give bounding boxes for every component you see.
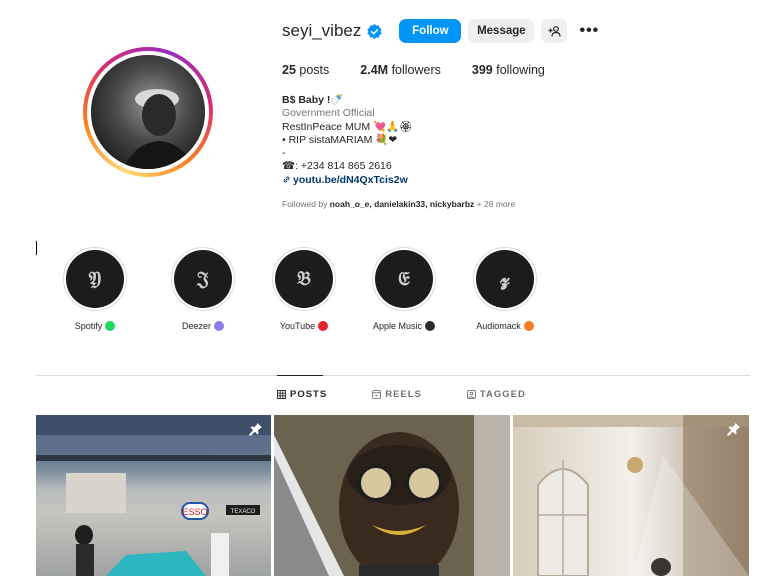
profile-header: seyi_vibez Follow Message •••: [282, 18, 601, 44]
verified-badge-icon: [367, 23, 383, 39]
highlight-label-text: Audiomack: [476, 321, 521, 331]
followers-stat[interactable]: 2.4M followers: [360, 63, 441, 77]
highlight-ring: 𝔃: [473, 247, 537, 311]
post-image: [274, 415, 510, 576]
username[interactable]: seyi_vibez: [282, 21, 361, 41]
follow-button[interactable]: Follow: [399, 19, 462, 43]
profile-avatar[interactable]: [91, 55, 205, 169]
tab-reels[interactable]: REELS: [372, 389, 422, 400]
account-category: Government Official: [282, 107, 375, 120]
posts-stat: 25 posts: [282, 63, 329, 77]
pinned-icon: [249, 423, 262, 436]
highlight-label-text: Deezer: [181, 321, 211, 331]
highlight-label-text: YouTube: [279, 321, 316, 331]
highlight-ring: 𝔈: [372, 247, 436, 311]
highlight-ring: 𝔅: [272, 247, 336, 311]
post-thumbnail[interactable]: [274, 415, 510, 576]
posts-count: 25: [282, 63, 296, 77]
highlight-label: Spotify: [55, 321, 135, 331]
tabs-divider: [36, 375, 750, 376]
following-count: 399: [471, 63, 493, 77]
highlight-apple-music[interactable]: 𝔈 Apple Music: [364, 247, 444, 331]
highlight-cover: 𝔍: [174, 250, 232, 308]
pinned-icon: [727, 423, 740, 436]
highlight-label: Deezer: [163, 321, 243, 331]
profile-avatar-ring[interactable]: [83, 47, 213, 177]
followed-by[interactable]: Followed by noah_o_e, danielakin33, nick…: [282, 199, 515, 209]
followed-by-names[interactable]: noah_o_e, danielakin33, nickybarbz: [330, 199, 475, 209]
reels-icon: [372, 390, 382, 399]
following-stat[interactable]: 399 following: [472, 63, 545, 77]
black-circle-icon: [425, 321, 436, 331]
post-image: ESSO TEXACO: [36, 415, 271, 576]
highlight-cover: 𝔃: [476, 250, 534, 308]
bio-phone: ☎: +234 814 865 2616: [282, 160, 392, 173]
highlight-cover: 𝔅: [275, 250, 333, 308]
add-person-icon: [548, 25, 561, 37]
display-name: B$ Baby !🍼: [282, 94, 344, 106]
highlight-ring: 𝔜: [63, 247, 127, 311]
more-options-button[interactable]: •••: [577, 19, 601, 43]
highlight-ring: 𝔍: [171, 247, 235, 311]
bio-line-2: • RIP sistaMARIAM 💐❤: [282, 133, 398, 146]
profile-tabs: POSTS REELS TAGGED: [277, 389, 571, 400]
following-label: following: [496, 63, 545, 77]
highlight-deezer[interactable]: 𝔍 Deezer: [163, 247, 243, 331]
grid-icon: [277, 390, 286, 399]
profile-bio: B$ Baby !🍼 Government Official RestInPea…: [282, 94, 582, 187]
highlight-label: Audiomack: [465, 321, 545, 331]
tab-reels-label: REELS: [385, 389, 422, 400]
highlight-cover: 𝔜: [66, 250, 124, 308]
highlight-label: Apple Music: [364, 321, 444, 331]
posts-label: posts: [299, 63, 330, 77]
bio-line-1: RestInPeace MUM 💘🙏🏵: [282, 120, 413, 133]
followed-by-suffix: + 28 more: [476, 199, 516, 209]
post-thumbnail[interactable]: ESSO TEXACO: [36, 415, 271, 576]
avatar-photo: [91, 55, 205, 169]
red-circle-icon: [318, 321, 329, 331]
highlight-label-text: Spotify: [74, 321, 103, 331]
tab-tagged[interactable]: TAGGED: [466, 389, 526, 400]
avatar-gap: [87, 51, 209, 173]
highlight-youtube[interactable]: 𝔅 YouTube: [264, 247, 344, 331]
tab-posts-label: POSTS: [290, 389, 328, 400]
text-cursor: [36, 241, 37, 255]
orange-circle-icon: [523, 321, 534, 331]
tab-posts[interactable]: POSTS: [277, 389, 327, 400]
tagged-icon: [466, 390, 476, 399]
green-circle-icon: [105, 321, 116, 331]
bio-link-text[interactable]: youtu.be/dN4QxTcis2w: [293, 174, 408, 186]
svg-text:TEXACO: TEXACO: [231, 509, 256, 515]
profile-stats: 25 posts 2.4M followers 399 following: [282, 63, 576, 77]
highlight-cover: 𝔈: [375, 250, 433, 308]
highlight-label-text: Apple Music: [372, 321, 423, 331]
svg-text:ESSO: ESSO: [182, 507, 207, 517]
bio-line-3: -: [282, 147, 286, 160]
bio-link[interactable]: youtu.be/dN4QxTcis2w: [282, 174, 582, 187]
suggested-users-button[interactable]: [541, 19, 568, 43]
active-tab-indicator: [277, 375, 323, 376]
purple-circle-icon: [214, 321, 224, 331]
followers-count: 2.4M: [360, 63, 389, 77]
message-button[interactable]: Message: [468, 19, 535, 43]
tab-tagged-label: TAGGED: [479, 389, 526, 400]
followed-by-prefix: Followed by: [282, 199, 328, 209]
highlight-audiomack[interactable]: 𝔃 Audiomack: [465, 247, 545, 331]
link-icon: [283, 176, 290, 183]
followers-label: followers: [391, 63, 441, 77]
highlight-label: YouTube: [264, 321, 344, 331]
highlight-spotify[interactable]: 𝔜 Spotify: [55, 247, 135, 331]
post-image: [513, 415, 749, 576]
post-thumbnail[interactable]: [513, 415, 749, 576]
